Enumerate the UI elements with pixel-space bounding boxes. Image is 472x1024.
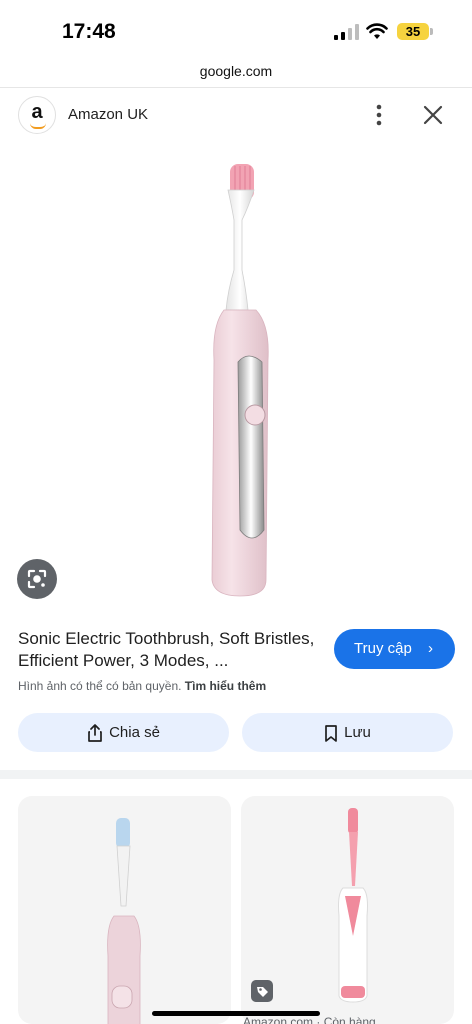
- more-options-icon[interactable]: [366, 102, 392, 128]
- save-label: Lưu: [344, 724, 371, 741]
- url-text: google.com: [199, 63, 273, 79]
- related-toothbrush-image: [107, 818, 141, 1024]
- visit-button[interactable]: Truy cập ›: [334, 629, 455, 669]
- amazon-logo-icon[interactable]: a: [18, 96, 56, 134]
- logo-smile: [30, 123, 46, 129]
- product-image[interactable]: [0, 150, 472, 610]
- lens-icon: [27, 569, 47, 589]
- cellular-signal-icon: [334, 24, 359, 40]
- related-result-card[interactable]: [18, 796, 231, 1024]
- battery-indicator: 35: [397, 23, 429, 40]
- bookmark-icon: [325, 724, 337, 742]
- wifi-icon: [366, 23, 388, 39]
- related-result-card[interactable]: [241, 796, 454, 1024]
- close-icon[interactable]: [420, 102, 446, 128]
- copyright-notice: Hình ảnh có thể có bản quyền. Tìm hiểu t…: [18, 679, 266, 693]
- google-lens-button[interactable]: [17, 559, 57, 599]
- share-button[interactable]: Chia sẻ: [18, 713, 229, 752]
- status-time: 17:48: [62, 20, 116, 43]
- home-indicator[interactable]: [152, 1011, 320, 1016]
- product-title[interactable]: Sonic Electric Toothbrush, Soft Bristles…: [18, 628, 318, 672]
- learn-more-link[interactable]: Tìm hiểu thêm: [185, 679, 266, 693]
- battery-tip: [430, 28, 433, 35]
- copyright-text: Hình ảnh có thể có bản quyền.: [18, 679, 182, 693]
- source-header: a Amazon UK: [0, 96, 472, 136]
- status-bar: 17:48 35: [0, 0, 472, 58]
- product-title-block: Sonic Electric Toothbrush, Soft Bristles…: [18, 628, 318, 672]
- image-tag-icon: [251, 980, 273, 1002]
- chevron-right-icon: ›: [428, 640, 433, 657]
- save-button[interactable]: Lưu: [242, 713, 453, 752]
- visit-label: Truy cập: [354, 640, 412, 657]
- related-source-caption: Amazon.com · Còn hàng: [243, 1015, 376, 1024]
- url-bar[interactable]: google.com: [0, 58, 472, 88]
- share-label: Chia sẻ: [109, 724, 160, 741]
- share-icon: [88, 724, 102, 742]
- source-name[interactable]: Amazon UK: [68, 106, 148, 123]
- section-divider: [0, 770, 472, 779]
